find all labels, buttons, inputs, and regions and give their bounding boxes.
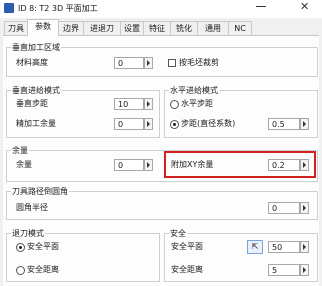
material-height-input[interactable]: 0	[114, 57, 144, 69]
tab-boundary[interactable]: 边界	[58, 21, 84, 35]
pick-plane-button[interactable]: ⇱	[247, 240, 263, 254]
tab-milling[interactable]: 铣化	[170, 21, 198, 35]
retract-safe-plane-label: 安全平面	[27, 242, 59, 251]
allowance-input[interactable]: 0	[114, 159, 144, 171]
safety-legend: 安全	[170, 229, 186, 238]
close-icon[interactable]: ✕	[300, 0, 309, 14]
face-crop-label: 按毛坯裁剪	[179, 58, 219, 67]
step-coef-radio[interactable]	[170, 120, 179, 129]
vertical-area-legend: 垂直加工区域	[12, 43, 60, 52]
minimize-icon[interactable]	[256, 6, 266, 7]
safety-dist-label: 安全距离	[171, 265, 203, 274]
tab-general[interactable]: 通用	[197, 21, 229, 35]
round-radius-input[interactable]: 0	[268, 202, 300, 214]
round-radius-spin[interactable]	[300, 202, 309, 214]
tab-params[interactable]: 参数	[27, 19, 59, 36]
round-radius-label: 圆角半径	[16, 203, 48, 212]
material-height-label: 材料高度	[16, 58, 48, 67]
xy-allowance-input[interactable]: 0.2	[268, 159, 300, 171]
tab-nc[interactable]: NC	[228, 21, 252, 35]
allowance-label: 余量	[16, 160, 32, 169]
tab-feature[interactable]: 特征	[143, 21, 171, 35]
retract-legend: 退刀模式	[12, 229, 44, 238]
tab-tool[interactable]: 刀具	[4, 21, 28, 35]
safety-plane-input[interactable]: 50	[268, 241, 300, 253]
retract-safe-dist-radio[interactable]	[16, 266, 25, 275]
safety-dist-spin[interactable]	[300, 264, 309, 276]
step-coef-spin[interactable]	[300, 118, 309, 130]
safety-plane-spin[interactable]	[300, 241, 309, 253]
material-height-spin[interactable]	[144, 57, 153, 69]
tab-settings[interactable]: 设置	[120, 21, 144, 35]
vertical-step-label: 垂直步距	[16, 99, 48, 108]
finish-allowance-input[interactable]: 0	[114, 118, 144, 130]
vertical-step-spin[interactable]	[144, 98, 153, 110]
vertical-feed-group: 垂直进给模式	[6, 85, 160, 138]
toolpath-round-legend: 刀具路径倒圆角	[12, 187, 68, 196]
retract-safe-plane-radio[interactable]	[16, 243, 25, 252]
xy-allowance-spin[interactable]	[300, 159, 309, 171]
step-coef-input[interactable]: 0.5	[268, 118, 300, 130]
finish-allowance-label: 精加工余量	[16, 119, 56, 128]
tab-lead[interactable]: 进退刀	[83, 21, 121, 35]
allowance-spin[interactable]	[144, 159, 153, 171]
horizontal-feed-legend: 水平进给模式	[170, 86, 218, 95]
window-title: ID 8: T2 3D 平面加工	[18, 4, 98, 13]
horizontal-step-radio[interactable]	[170, 100, 179, 109]
vertical-area-group: 垂直加工区域	[6, 42, 318, 77]
xy-allowance-label: 附加XY余量	[171, 160, 214, 169]
app-icon	[4, 3, 14, 13]
horizontal-feed-group: 水平进给模式	[164, 85, 318, 138]
step-coef-label: 步距(直径系数)	[181, 119, 236, 128]
face-crop-checkbox[interactable]	[168, 59, 176, 67]
finish-allowance-spin[interactable]	[144, 118, 153, 130]
allowance-legend: 余量	[12, 146, 28, 155]
vertical-step-input[interactable]: 10	[114, 98, 144, 110]
vertical-feed-legend: 垂直进给模式	[12, 86, 60, 95]
safety-dist-input[interactable]: 5	[268, 264, 300, 276]
retract-safe-dist-label: 安全距离	[27, 265, 59, 274]
safety-plane-label: 安全平面	[171, 242, 203, 251]
horizontal-step-label: 水平步距	[181, 99, 213, 108]
